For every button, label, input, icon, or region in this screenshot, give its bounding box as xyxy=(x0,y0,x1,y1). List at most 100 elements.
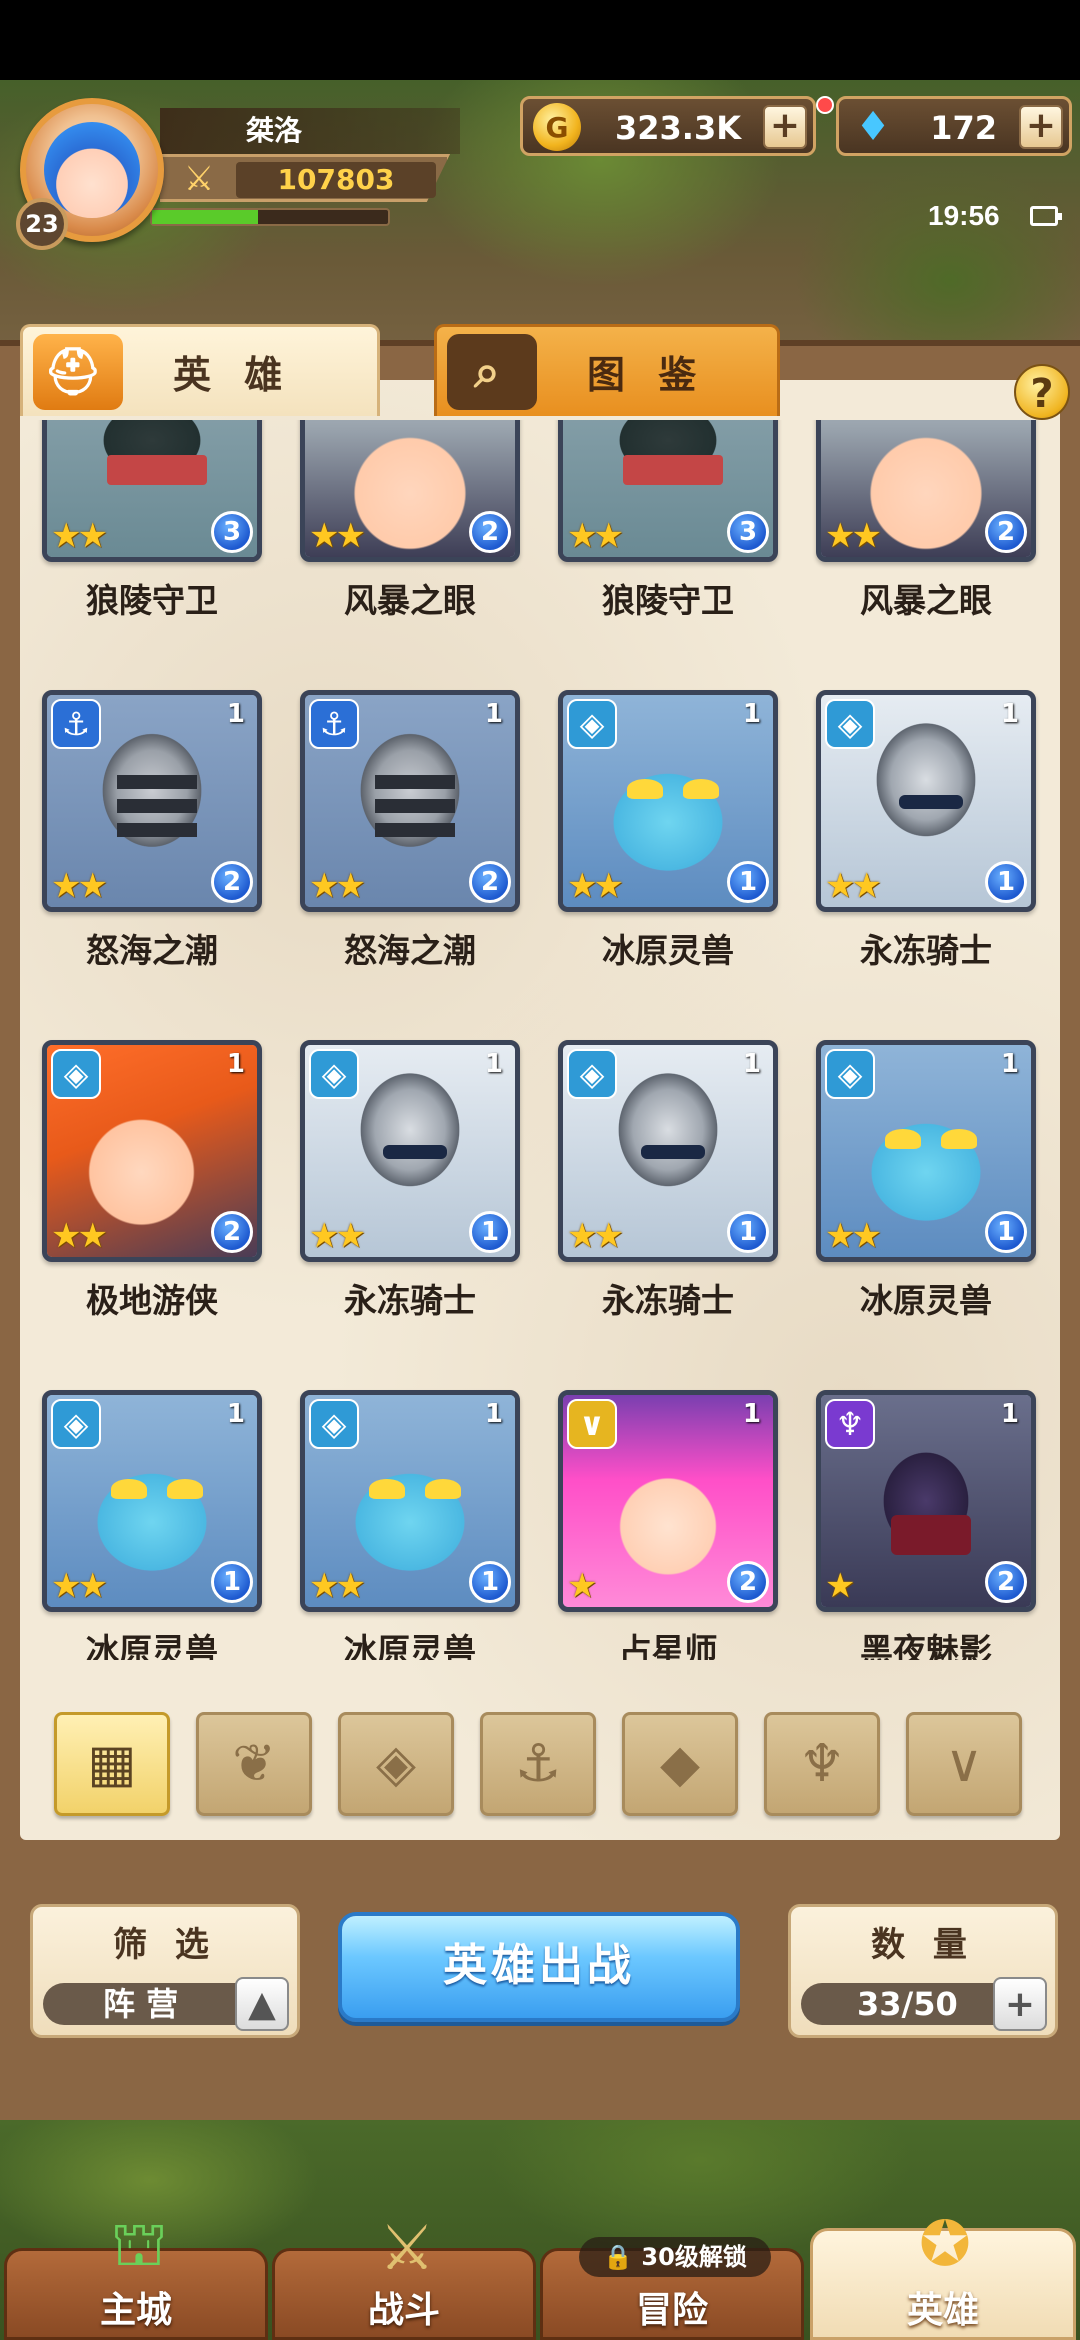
hero-portrait-frame[interactable]: ◈ 1 ★★ 1 xyxy=(816,690,1036,912)
filter-all-button[interactable]: ▦ xyxy=(54,1712,170,1816)
magnifier-icon: ⌕ xyxy=(447,333,537,410)
hero-level-badge: 3 xyxy=(211,511,253,553)
hero-card-item[interactable]: ★★ 2 风暴之眼 xyxy=(300,420,520,640)
tab-codex[interactable]: ⌕ 图 鉴 xyxy=(434,324,780,416)
hero-portrait-frame[interactable]: ★★ 3 xyxy=(42,420,262,562)
expand-capacity-button[interactable]: + xyxy=(993,1977,1047,2031)
hero-star-rating: ★ xyxy=(825,1566,856,1606)
ice-faction-icon: ◈ xyxy=(51,1399,101,1449)
ice-faction-icon: ◈ xyxy=(825,699,875,749)
hero-copy-count: 1 xyxy=(226,1049,245,1079)
tab-codex-label: 图 鉴 xyxy=(587,353,707,397)
help-button[interactable]: ? xyxy=(1014,364,1070,420)
nav-main-city[interactable]: ⛫ 主城 xyxy=(4,2207,268,2340)
hero-portrait-frame[interactable]: ⚓ 1 ★★ 2 xyxy=(42,690,262,912)
hero-star-rating: ★★ xyxy=(309,1566,366,1606)
filter-dark-button[interactable]: ♆ xyxy=(764,1712,880,1816)
hero-card-item[interactable]: ◈ 1 ★★ 1 冰原灵兽 xyxy=(558,690,778,990)
hero-card-item[interactable]: ◈ 1 ★★ 1 永冻骑士 xyxy=(816,690,1036,990)
hero-star-rating: ★★ xyxy=(309,1216,366,1256)
chevron-up-icon: ▲ xyxy=(248,1983,276,2025)
filter-beast-button[interactable]: ◆ xyxy=(622,1712,738,1816)
add-gems-button[interactable]: + xyxy=(1019,105,1063,149)
hero-card-item[interactable]: ★★ 3 狼陵守卫 xyxy=(558,420,778,640)
hero-card-item[interactable]: ♆ 1 ★ 2 黑夜魅影 xyxy=(816,1390,1036,1660)
hero-copy-count: 1 xyxy=(226,1399,245,1429)
notification-dot xyxy=(816,96,834,114)
ice-faction-icon: ◈ xyxy=(309,1399,359,1449)
hero-card-item[interactable]: ∨ 1 ★ 2 占星师 xyxy=(558,1390,778,1660)
gem-counter: ♦ 172 + xyxy=(836,96,1072,156)
hero-copy-count: 1 xyxy=(1000,699,1019,729)
quantity-title: 数 量 xyxy=(871,1925,975,1965)
hero-card-item[interactable]: ◈ 1 ★★ 1 冰原灵兽 xyxy=(42,1390,262,1660)
hero-portrait-frame[interactable]: ◈ 1 ★★ 2 xyxy=(42,1040,262,1262)
hero-portrait-frame[interactable]: ◈ 1 ★★ 1 xyxy=(300,1390,520,1612)
filter-toggle-button[interactable]: ▲ xyxy=(235,1977,289,2031)
hero-portrait-frame[interactable]: ◈ 1 ★★ 1 xyxy=(816,1040,1036,1262)
hero-copy-count: 1 xyxy=(1000,1049,1019,1079)
hero-name: 风暴之眼 xyxy=(860,581,992,620)
hero-portrait-frame[interactable]: ∨ 1 ★ 2 xyxy=(558,1390,778,1612)
nav-main-city-label: 主城 xyxy=(99,2290,172,2331)
hero-level-badge: 3 xyxy=(727,511,769,553)
hero-portrait-frame[interactable]: ◈ 1 ★★ 1 xyxy=(558,1040,778,1262)
hero-name: 黑夜魅影 xyxy=(860,1631,992,1660)
hero-copy-count: 1 xyxy=(484,1399,503,1429)
filter-light-button[interactable]: ∨ xyxy=(906,1712,1022,1816)
device-status-bar xyxy=(0,0,1080,80)
filter-nature-button[interactable]: ❦ xyxy=(196,1712,312,1816)
hero-level-badge: 1 xyxy=(211,1561,253,1603)
hero-copy-count: 1 xyxy=(226,699,245,729)
hero-portrait-frame[interactable]: ◈ 1 ★★ 1 xyxy=(558,690,778,912)
nav-battle[interactable]: ⚔ 战斗 xyxy=(272,2211,536,2340)
hero-portrait-frame[interactable]: ★★ 2 xyxy=(300,420,520,562)
nav-adventure[interactable]: 🔒 30级解锁 冒险 xyxy=(540,2237,804,2340)
hero-portrait-frame[interactable]: ★★ 2 xyxy=(816,420,1036,562)
nav-heroes[interactable]: ✪ 英雄 xyxy=(810,2207,1076,2340)
hero-level-badge: 2 xyxy=(211,1211,253,1253)
light-v-icon: ∨ xyxy=(944,1734,984,1794)
hero-level-badge: 1 xyxy=(469,1561,511,1603)
hero-level-badge: 2 xyxy=(469,861,511,903)
deploy-heroes-button[interactable]: 英雄出战 xyxy=(338,1912,740,2022)
dark-horns-icon: ♆ xyxy=(798,1734,846,1794)
hero-card-item[interactable]: ◈ 1 ★★ 1 冰原灵兽 xyxy=(816,1040,1036,1340)
hero-portrait-frame[interactable]: ⚓ 1 ★★ 2 xyxy=(300,690,520,912)
hero-star-rating: ★★ xyxy=(51,1216,108,1256)
hero-level-badge: 1 xyxy=(985,861,1027,903)
filter-sea-button[interactable]: ⚓ xyxy=(480,1712,596,1816)
hero-card-item[interactable]: ⚓ 1 ★★ 2 怒海之潮 xyxy=(42,690,262,990)
filter-box: 筛 选 阵 营 ▲ xyxy=(30,1904,300,2038)
filter-ice-button[interactable]: ◈ xyxy=(338,1712,454,1816)
hero-portrait-frame[interactable]: ♆ 1 ★ 2 xyxy=(816,1390,1036,1612)
diamond-icon: ♦ xyxy=(855,104,891,150)
hero-card-item[interactable]: ★★ 2 风暴之眼 xyxy=(816,420,1036,640)
hero-portrait-frame[interactable]: ◈ 1 ★★ 1 xyxy=(42,1390,262,1612)
ice-faction-icon: ◈ xyxy=(51,1049,101,1099)
hero-portrait-frame[interactable]: ◈ 1 ★★ 1 xyxy=(300,1040,520,1262)
hero-portrait-frame[interactable]: ★★ 3 xyxy=(558,420,778,562)
hero-name: 风暴之眼 xyxy=(344,581,476,620)
beast-head-icon: ◆ xyxy=(660,1734,700,1794)
player-name: 桀洛 xyxy=(246,114,303,147)
tab-heroes[interactable]: ⛑ 英 雄 xyxy=(20,324,380,416)
hero-card-item[interactable]: ◈ 1 ★★ 2 极地游侠 xyxy=(42,1040,262,1340)
adventure-lock-text: 30级解锁 xyxy=(641,2243,747,2271)
hero-name: 怒海之潮 xyxy=(86,931,218,970)
gold-coin-icon: G xyxy=(533,103,581,151)
hero-copy-count: 1 xyxy=(1000,1399,1019,1429)
hero-card-item[interactable]: ★★ 3 狼陵守卫 xyxy=(42,420,262,640)
crossed-swords-icon: ⚔ xyxy=(183,159,215,199)
hero-star-rating: ★★ xyxy=(309,866,366,906)
hero-card-item[interactable]: ◈ 1 ★★ 1 冰原灵兽 xyxy=(300,1390,520,1660)
add-gold-button[interactable]: + xyxy=(763,105,807,149)
hero-card-item[interactable]: ◈ 1 ★★ 1 永冻骑士 xyxy=(300,1040,520,1340)
hero-star-rating: ★★ xyxy=(567,516,624,556)
hero-level-badge: 2 xyxy=(211,861,253,903)
hero-card-item[interactable]: ◈ 1 ★★ 1 永冻骑士 xyxy=(558,1040,778,1340)
clock: 19:56 xyxy=(928,200,1000,231)
light-v-icon: ∨ xyxy=(567,1399,617,1449)
hero-name: 冰原灵兽 xyxy=(860,1281,992,1320)
hero-card-item[interactable]: ⚓ 1 ★★ 2 怒海之潮 xyxy=(300,690,520,990)
